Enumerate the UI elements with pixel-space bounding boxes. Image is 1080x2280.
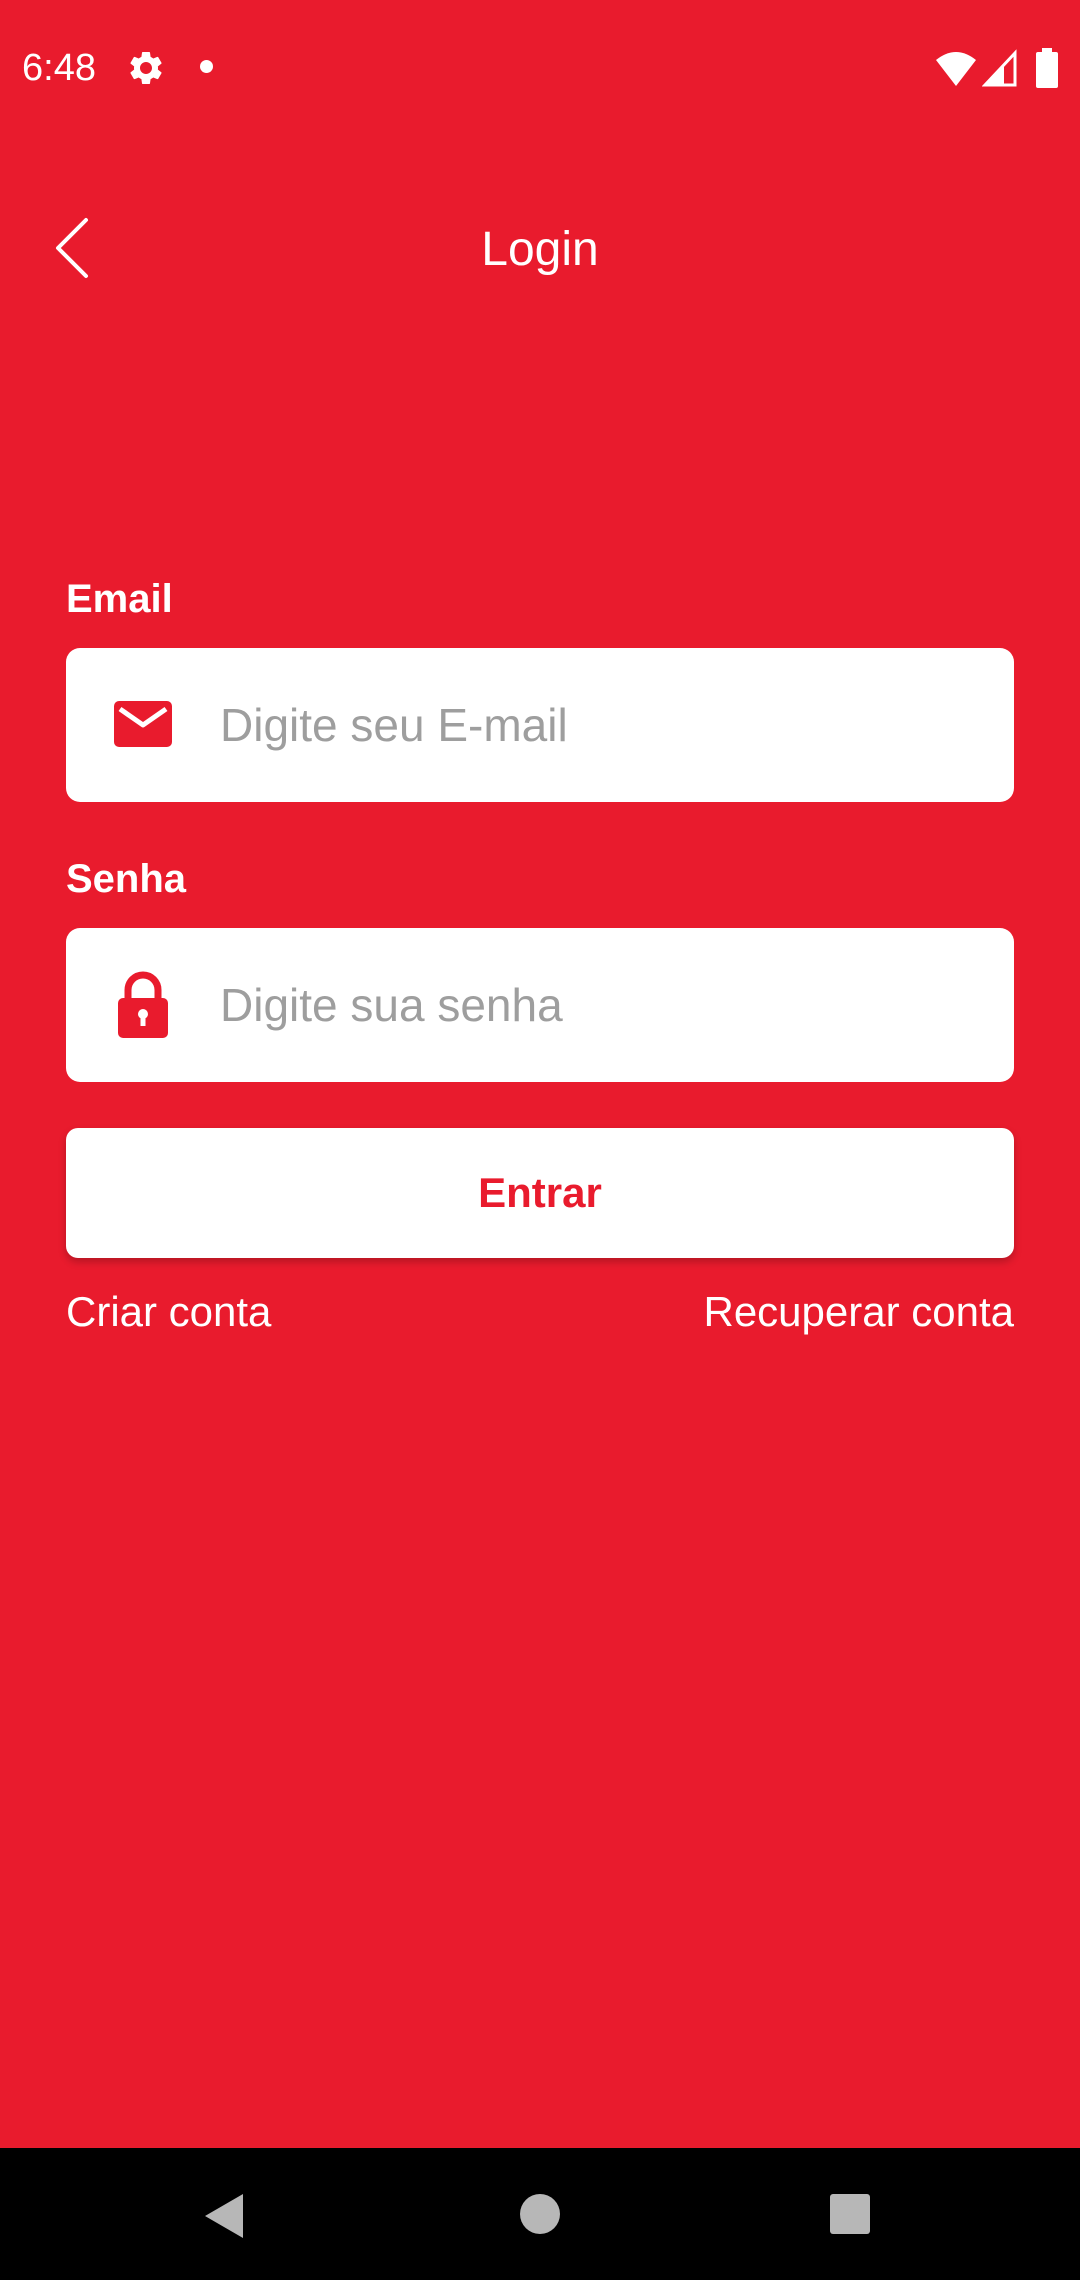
nav-recents-button[interactable] [770,2148,930,2280]
notification-dot-icon [200,60,213,73]
email-input[interactable] [220,648,984,802]
nav-back-button[interactable] [145,2148,305,2280]
back-icon [205,2194,243,2238]
nav-home-button[interactable] [460,2148,620,2280]
status-bar: 6:48 [0,0,1080,136]
password-input[interactable] [220,928,984,1082]
lock-icon [118,971,168,1038]
navigation-bar [0,2148,1080,2280]
create-account-link[interactable]: Criar conta [66,1286,271,1338]
password-field-container[interactable] [66,928,1014,1082]
status-time: 6:48 [22,47,96,89]
home-icon [520,2194,560,2234]
email-label: Email [66,577,173,621]
login-button[interactable]: Entrar [66,1128,1014,1258]
email-field-container[interactable] [66,648,1014,802]
wifi-icon [936,52,976,86]
recents-icon [830,2194,870,2234]
gear-icon [130,52,162,84]
battery-icon [1036,48,1058,88]
mail-icon [114,701,172,747]
signal-icon [982,49,1017,87]
page-title: Login [481,223,599,276]
recover-account-link[interactable]: Recuperar conta [703,1286,1014,1338]
password-label: Senha [66,857,187,901]
